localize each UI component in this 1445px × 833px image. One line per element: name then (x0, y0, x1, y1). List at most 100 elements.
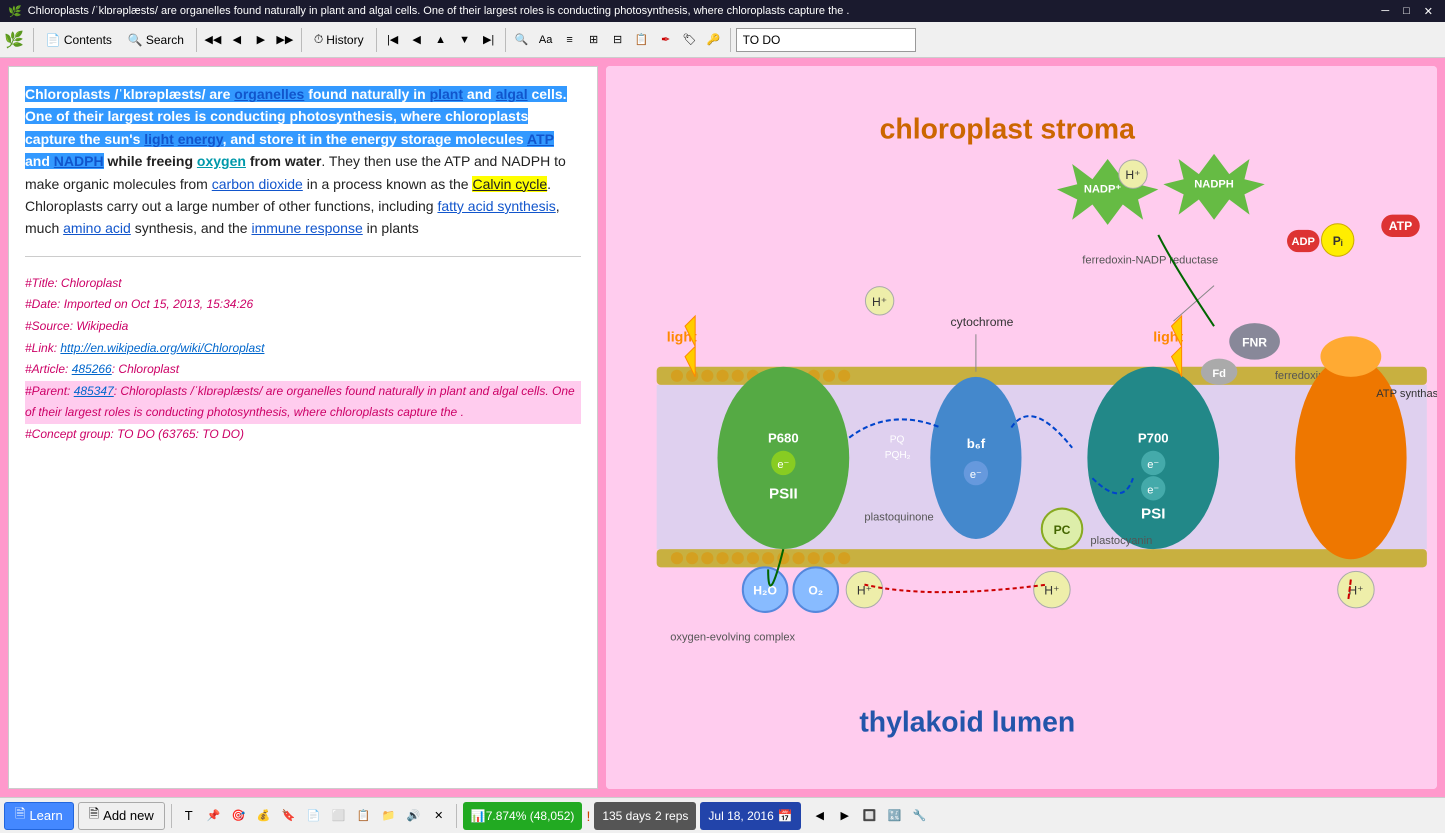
nav-forward-end[interactable]: ▶▶ (274, 29, 296, 51)
link-oxygen[interactable]: oxygen (197, 153, 246, 169)
add-icon: 🗎 (89, 805, 99, 827)
format-btn-11[interactable]: ✕ (428, 805, 450, 827)
format-btn-9[interactable]: 📁 (378, 805, 400, 827)
link-light[interactable]: light (144, 131, 174, 147)
psii-e-label: e⁻ (777, 459, 789, 471)
link-organelles[interactable]: organelles (234, 86, 304, 102)
toolbar-app-icon: 🌿 (4, 30, 24, 50)
maximize-button[interactable]: □ (1399, 5, 1414, 18)
format-btn-8[interactable]: 📋 (353, 805, 375, 827)
layout-btn-1[interactable]: ≡ (559, 29, 581, 51)
format-btn-5[interactable]: 🔖 (278, 805, 300, 827)
meta-source: #Source: Wikipedia (25, 316, 581, 338)
link-nadph[interactable]: NADPH (54, 153, 104, 169)
link-algal[interactable]: algal (496, 86, 528, 102)
meta-article: #Article: 485266: Chloroplast (25, 359, 581, 381)
format-btn-1[interactable]: T (178, 805, 200, 827)
status-btn-5[interactable]: 🔧 (909, 805, 931, 827)
b6f-body (930, 377, 1021, 539)
date-info: Jul 18, 2016 📅 (700, 802, 800, 830)
nav-forward[interactable]: ▶ (250, 29, 272, 51)
search-input[interactable] (736, 28, 916, 52)
add-new-button[interactable]: 🗎 Add new (78, 802, 165, 830)
p680-label: P680 (768, 431, 799, 446)
layout-btn-3[interactable]: ⊟ (607, 29, 629, 51)
key-btn[interactable]: 🔑 (703, 29, 725, 51)
status-btn-4[interactable]: 🔣 (884, 805, 906, 827)
calvin-cycle-link[interactable]: Calvin cycle (472, 176, 547, 192)
psi-e1-label: e⁻ (1147, 459, 1159, 471)
link-energy[interactable]: energy (178, 131, 223, 147)
article-body: Chloroplasts /ˈklɒrəplæsts/ are organell… (25, 83, 581, 240)
h2o-label: H₂O (753, 584, 777, 598)
days-info: 135 days 2 reps (594, 802, 696, 830)
zoom-button[interactable]: 🔍 (511, 29, 533, 51)
status-btn-2[interactable]: ▶ (834, 805, 856, 827)
h-text-psii: H⁺ (872, 295, 887, 309)
intro-paragraph: Chloroplasts /ˈklɒrəplæsts/ are organell… (25, 83, 581, 240)
link-immune-response[interactable]: immune response (251, 220, 362, 236)
right-panel: chloroplast stroma thylakoid lumen (606, 66, 1437, 789)
link-amino-acid[interactable]: amino acid (63, 220, 131, 236)
stroma-label: chloroplast stroma (880, 114, 1136, 146)
status-sep-1 (171, 804, 172, 828)
format-btn-4[interactable]: 💰 (253, 805, 275, 827)
format-btn-10[interactable]: 🔊 (403, 805, 425, 827)
window-title: Chloroplasts /ˈklɒrəplæsts/ are organell… (28, 5, 1378, 17)
left-panel: Chloroplasts /ˈklɒrəplæsts/ are organell… (8, 66, 598, 789)
adp-label: ADP (1291, 236, 1315, 248)
toolbar-extra-icons: T 📌 🎯 💰 🔖 📄 ⬜ 📋 📁 🔊 ✕ (178, 805, 450, 827)
meta-parent-id[interactable]: 485347 (74, 384, 114, 398)
fnr-label: FNR (1242, 335, 1267, 349)
progress-icon: 📊 (471, 809, 486, 823)
pi-label: Pᵢ (1333, 234, 1343, 248)
status-bar: 🗎 Learn 🗎 Add new T 📌 🎯 💰 🔖 📄 ⬜ 📋 📁 🔊 ✕ … (0, 797, 1445, 833)
nav-prev[interactable]: ◀ (406, 29, 428, 51)
link-carbon-dioxide[interactable]: carbon dioxide (212, 176, 303, 192)
highlight-btn[interactable]: ✒ (655, 29, 677, 51)
status-btn-3[interactable]: 🔲 (859, 805, 881, 827)
nav-back-start[interactable]: ◀◀ (202, 29, 224, 51)
layout-btn-4[interactable]: 📋 (631, 29, 653, 51)
warning-icon: ! (586, 808, 590, 824)
nav-first[interactable]: |◀ (382, 29, 404, 51)
mark-btn[interactable]: 🏷 (679, 29, 701, 51)
psii-label: PSII (769, 485, 798, 502)
link-plant[interactable]: plant (430, 86, 463, 102)
minimize-button[interactable]: ─ (1377, 5, 1393, 18)
pq-label: PQ (890, 435, 905, 446)
format-btn-7[interactable]: ⬜ (328, 805, 350, 827)
app-icon: 🌿 (8, 5, 22, 18)
h-text-lumen-mid: H⁺ (1044, 584, 1059, 598)
learn-button[interactable]: 🗎 Learn (4, 802, 74, 830)
atp-synthase-label: ATP synthase (1376, 388, 1437, 400)
chloroplast-diagram: chloroplast stroma thylakoid lumen (606, 66, 1437, 789)
status-btn-1[interactable]: ◀ (809, 805, 831, 827)
toolbar: 🌿 📄 Contents 🔍 Search ◀◀ ◀ ▶ ▶▶ ⏱ Histor… (0, 22, 1445, 58)
format-btn-6[interactable]: 📄 (303, 805, 325, 827)
nav-down[interactable]: ▼ (454, 29, 476, 51)
font-button[interactable]: Aa (535, 29, 557, 51)
h-text-lumen-left: H⁺ (857, 584, 872, 598)
meta-link-url[interactable]: http://en.wikipedia.org/wiki/Chloroplast (60, 341, 264, 355)
contents-button[interactable]: 📄 Contents (39, 29, 119, 51)
learn-icon: 🗎 (15, 805, 25, 827)
format-btn-3[interactable]: 🎯 (228, 805, 250, 827)
b6f-label: b₆f (967, 436, 986, 451)
search-button[interactable]: 🔍 Search (121, 29, 191, 51)
link-atp[interactable]: ATP (527, 131, 554, 147)
plastocyanin-label: plastocyanin (1090, 535, 1152, 547)
layout-btn-2[interactable]: ⊞ (583, 29, 605, 51)
nav-back[interactable]: ◀ (226, 29, 248, 51)
history-button[interactable]: ⏱ History (307, 28, 371, 51)
nav-last[interactable]: ▶| (478, 29, 500, 51)
close-button[interactable]: ✕ (1420, 5, 1437, 18)
link-fatty-acid[interactable]: fatty acid synthesis (437, 198, 555, 214)
contents-icon: 📄 (46, 33, 61, 47)
title-bar: 🌿 Chloroplasts /ˈklɒrəplæsts/ are organe… (0, 0, 1445, 22)
meta-article-id[interactable]: 485266 (72, 362, 112, 376)
toolbar-sep-3 (301, 28, 302, 52)
status-sep-2 (456, 804, 457, 828)
format-btn-2[interactable]: 📌 (203, 805, 225, 827)
nav-up[interactable]: ▲ (430, 29, 452, 51)
